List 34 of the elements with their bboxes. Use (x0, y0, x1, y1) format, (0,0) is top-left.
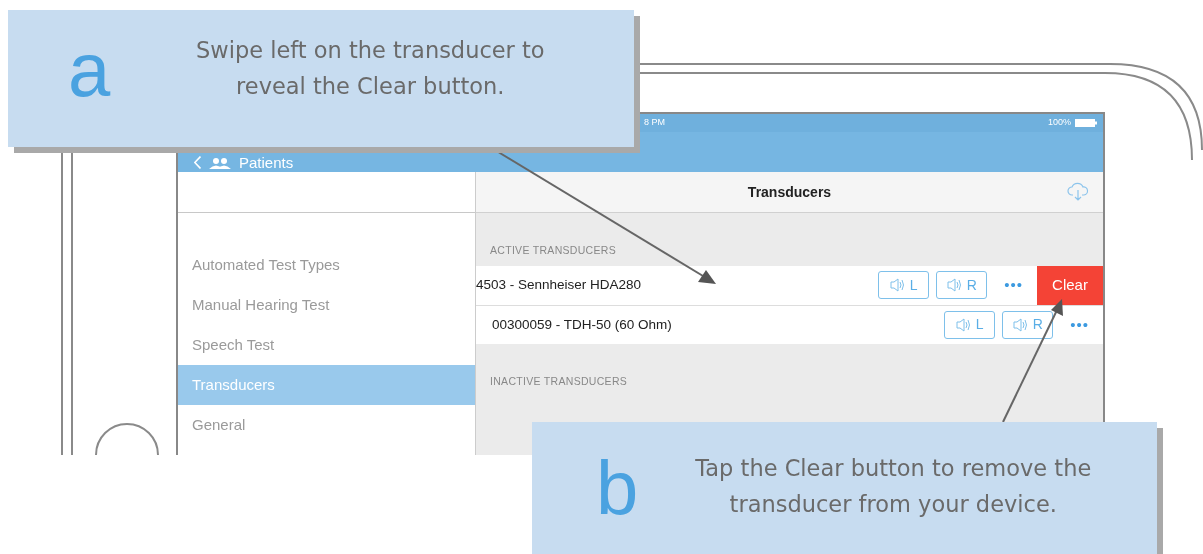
pane-title: Transducers (747, 182, 832, 202)
callout-text: Swipe left on the transducer to reveal the Clear button. (194, 36, 546, 101)
callout-text: Tap the Clear button to remove the transducer from your device. (694, 454, 1093, 519)
step-letter: b (596, 450, 639, 526)
step-letter: a (68, 32, 111, 108)
transducer-name: 00300059 - TDH-50 (60 Ohm) (491, 315, 673, 334)
sidebar-item[interactable]: General (178, 405, 475, 445)
sidebar-item[interactable]: Manual Hearing Test (178, 285, 475, 325)
sidebar-item[interactable]: Speech Test (178, 325, 475, 365)
cloud-download-icon[interactable] (1067, 182, 1089, 202)
transducer-row[interactable]: 4503 - Sennheiser HDA280 L R ••• Clear (476, 265, 1103, 305)
status-time: 8 PM (644, 116, 665, 130)
back-chevron-icon (194, 156, 201, 169)
speaker-icon (946, 277, 963, 294)
speaker-icon (1012, 316, 1029, 333)
speaker-icon (889, 277, 906, 294)
back-button[interactable]: Patients (194, 155, 294, 170)
transducer-row[interactable]: 00300059 - TDH-50 (60 Ohm) L R ••• (476, 304, 1103, 344)
sidebar-item[interactable]: Automated Test Types (178, 245, 475, 285)
speaker-button[interactable]: L (944, 310, 996, 339)
battery-icon (1075, 119, 1097, 127)
section-heading: INACTIVE TRANSDUCERS (489, 373, 629, 389)
clear-button[interactable]: Clear (1037, 265, 1103, 305)
speaker-icon (955, 316, 972, 333)
more-button[interactable]: ••• (1070, 313, 1089, 336)
speaker-button[interactable]: L (878, 271, 930, 300)
speaker-button[interactable]: R (936, 271, 988, 300)
people-icon (209, 156, 231, 169)
more-button[interactable]: ••• (1004, 274, 1023, 297)
section-heading: ACTIVE TRANSDUCERS (489, 243, 617, 258)
battery-percent: 100% (1047, 116, 1071, 130)
transducer-name: 4503 - Sennheiser HDA280 (476, 276, 643, 295)
speaker-button[interactable]: R (1002, 310, 1054, 339)
sidebar-item[interactable]: Transducers (178, 365, 475, 405)
